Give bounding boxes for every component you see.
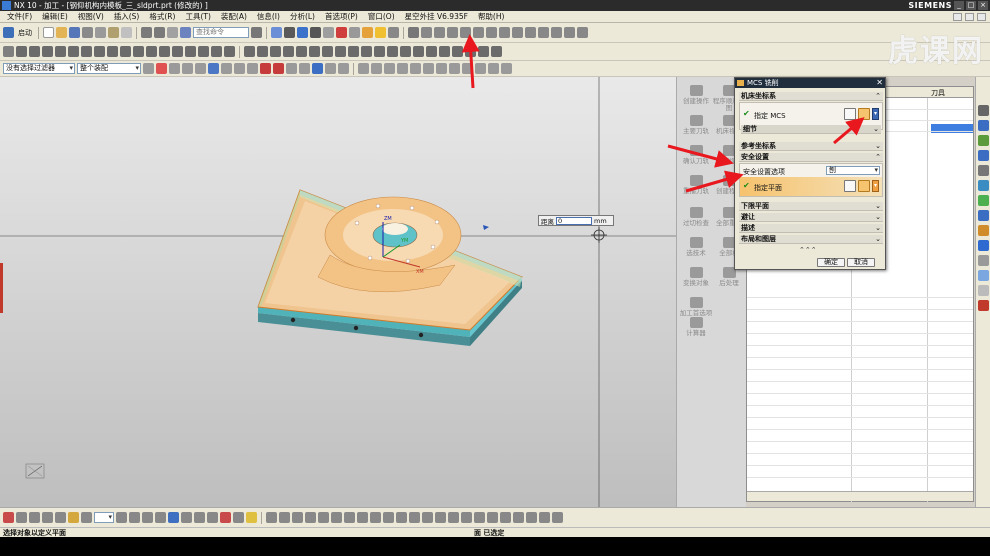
bottom-toolbar [0,507,990,527]
measure-icon[interactable] [246,512,257,523]
snap-midpoint-icon[interactable] [539,512,550,523]
wcs-icon[interactable] [155,512,166,523]
snap-curve-icon[interactable] [552,512,563,523]
arrow-to-measure-icon [461,34,480,89]
corner-tool-icon[interactable] [461,512,472,523]
spline-tool-icon[interactable] [396,512,407,523]
snap-quadrant-point-icon[interactable] [513,512,524,523]
geometry-icon[interactable] [81,512,92,523]
wcs-rotate-icon[interactable] [194,512,205,523]
ellipse-tool-icon[interactable] [383,512,394,523]
snap-pole-icon[interactable] [526,512,537,523]
wcs-dynamic-icon[interactable] [168,512,179,523]
wcs-display-icon[interactable] [233,512,244,523]
arc-tool-icon[interactable] [305,512,316,523]
arrow-to-safety-section [667,144,734,168]
vector-icon[interactable] [29,512,40,523]
chamfer-tool-icon[interactable] [344,512,355,523]
profile-icon[interactable] [279,512,290,523]
plane-icon[interactable] [42,512,53,523]
offset-tool-icon[interactable] [422,512,433,523]
arrow-to-safety-option [685,170,744,193]
circle-tool-icon[interactable] [318,512,329,523]
rectangle-tool-icon[interactable] [357,512,368,523]
wcs-orient-icon[interactable] [207,512,218,523]
toolbar-separator [261,511,262,524]
os-taskbar [0,537,990,556]
line-tool-icon[interactable] [292,512,303,523]
sketch-tool-icon[interactable] [266,512,277,523]
trim-tool-icon[interactable] [435,512,446,523]
snap-circle-icon[interactable] [474,512,485,523]
extend-tool-icon[interactable] [448,512,459,523]
conic-tool-icon[interactable] [409,512,420,523]
feature-group-icon[interactable] [55,512,66,523]
copy-layer-icon[interactable] [142,512,153,523]
move-layer-icon[interactable] [129,512,140,523]
snap-tangent-icon[interactable] [500,512,511,523]
annotation-arrows [461,34,865,193]
wcs-origin-icon[interactable] [181,512,192,523]
tool-icon[interactable] [68,512,79,523]
nx-application: NX 10 - 加工 - [钢仰机构内模板_三_sldprt.prt (修改的)… [0,0,990,556]
layer-select[interactable] [94,512,114,523]
view-layer-icon[interactable] [116,512,127,523]
wcs-set-icon[interactable] [220,512,231,523]
mcs-icon[interactable] [3,512,14,523]
arrow-to-csys-infer [833,117,865,145]
point-constructor-icon[interactable] [16,512,27,523]
snap-arc-center-icon[interactable] [487,512,498,523]
polygon-tool-icon[interactable] [370,512,381,523]
fillet-tool-icon[interactable] [331,512,342,523]
status-bar: 选择对象以定义平面 面 已选定 [0,527,990,537]
